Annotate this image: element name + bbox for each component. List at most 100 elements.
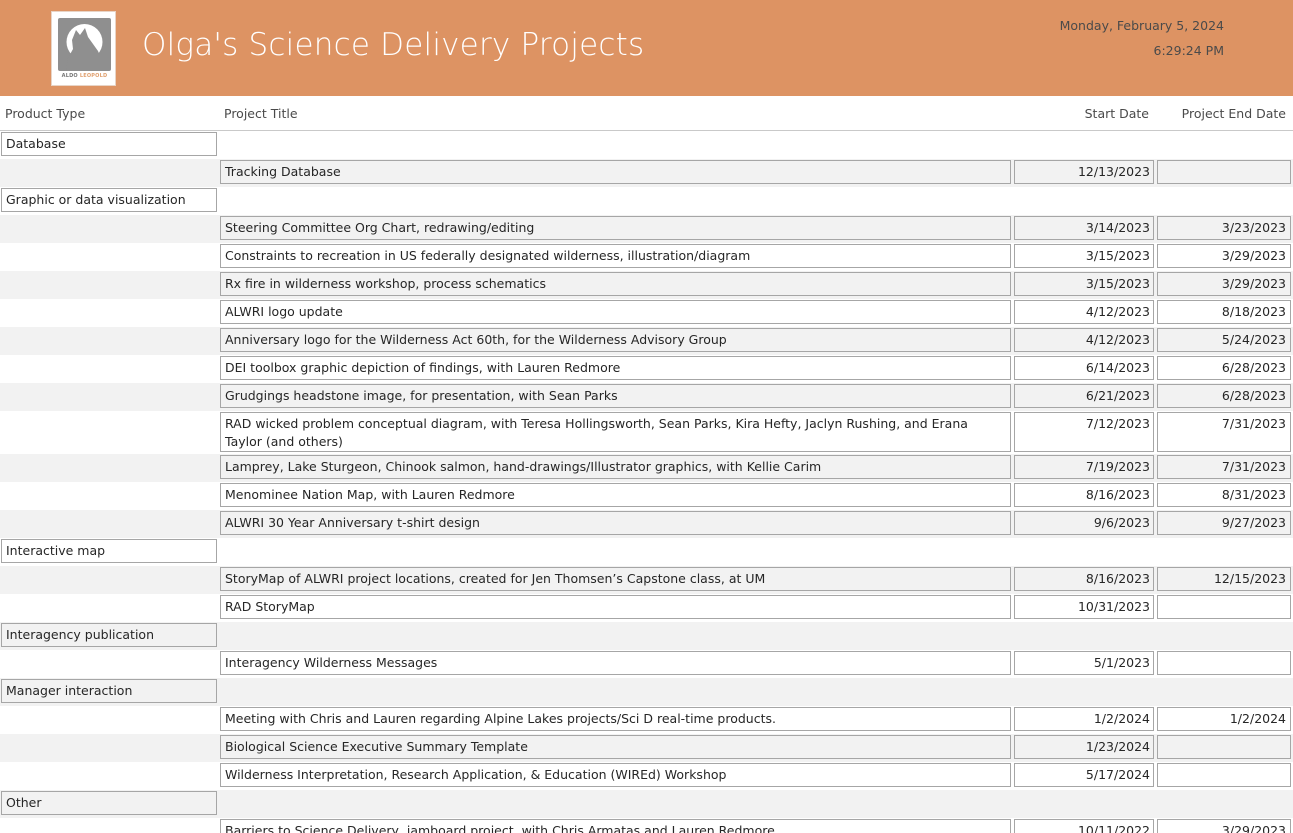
project-row: Constraints to recreation in US federall…: [0, 243, 1293, 271]
end-date-field[interactable]: 3/23/2023: [1157, 216, 1291, 240]
project-title-field[interactable]: Lamprey, Lake Sturgeon, Chinook salmon, …: [220, 455, 1011, 479]
wolf-icon: [58, 18, 111, 71]
start-date-field[interactable]: 1/2/2024: [1014, 707, 1154, 731]
start-date-field[interactable]: 7/19/2023: [1014, 455, 1154, 479]
end-date-field[interactable]: 7/31/2023: [1157, 412, 1291, 452]
end-date-field[interactable]: 3/29/2023: [1157, 819, 1291, 833]
column-header-product-type: Product Type: [5, 106, 86, 121]
project-title-field[interactable]: Grudgings headstone image, for presentat…: [220, 384, 1011, 408]
project-title-field[interactable]: Biological Science Executive Summary Tem…: [220, 735, 1011, 759]
start-date-field[interactable]: 3/15/2023: [1014, 272, 1154, 296]
project-row: Biological Science Executive Summary Tem…: [0, 734, 1293, 762]
project-title-field[interactable]: Meeting with Chris and Lauren regarding …: [220, 707, 1011, 731]
project-row: Menominee Nation Map, with Lauren Redmor…: [0, 482, 1293, 510]
product-type-field[interactable]: Manager interaction: [1, 679, 217, 703]
product-type-field[interactable]: Database: [1, 132, 217, 156]
project-title-field[interactable]: Interagency Wilderness Messages: [220, 651, 1011, 675]
start-date-field[interactable]: 6/21/2023: [1014, 384, 1154, 408]
report-header: ALDO LEOPOLD Olga's Science Delivery Pro…: [0, 0, 1293, 96]
project-title-field[interactable]: Barriers to Science Delivery, jamboard p…: [220, 819, 1011, 833]
end-date-field[interactable]: [1157, 595, 1291, 619]
logo-text-leopold: LEOPOLD: [79, 73, 108, 79]
project-title-field[interactable]: DEI toolbox graphic depiction of finding…: [220, 356, 1011, 380]
group-header-row: Interactive map: [0, 538, 1293, 566]
product-type-field[interactable]: Graphic or data visualization: [1, 188, 217, 212]
start-date-field[interactable]: 6/14/2023: [1014, 356, 1154, 380]
start-date-field[interactable]: 3/15/2023: [1014, 244, 1154, 268]
project-row: Lamprey, Lake Sturgeon, Chinook salmon, …: [0, 454, 1293, 482]
start-date-field[interactable]: 5/17/2024: [1014, 763, 1154, 787]
project-title-field[interactable]: StoryMap of ALWRI project locations, cre…: [220, 567, 1011, 591]
column-header-end-date: Project End Date: [1181, 106, 1286, 121]
end-date-field[interactable]: 5/24/2023: [1157, 328, 1291, 352]
start-date-field[interactable]: 5/1/2023: [1014, 651, 1154, 675]
project-title-field[interactable]: RAD wicked problem conceptual diagram, w…: [220, 412, 1011, 452]
end-date-field[interactable]: 6/28/2023: [1157, 384, 1291, 408]
project-title-field[interactable]: ALWRI 30 Year Anniversary t-shirt design: [220, 511, 1011, 535]
column-header-project-title: Project Title: [224, 106, 298, 121]
project-row: StoryMap of ALWRI project locations, cre…: [0, 566, 1293, 594]
logo-text: ALDO LEOPOLD: [52, 73, 117, 79]
end-date-field[interactable]: 12/15/2023: [1157, 567, 1291, 591]
end-date-field[interactable]: 1/2/2024: [1157, 707, 1291, 731]
end-date-field[interactable]: 8/31/2023: [1157, 483, 1291, 507]
group-header-row: Manager interaction: [0, 678, 1293, 706]
start-date-field[interactable]: 9/6/2023: [1014, 511, 1154, 535]
end-date-field[interactable]: 8/18/2023: [1157, 300, 1291, 324]
start-date-field[interactable]: 12/13/2023: [1014, 160, 1154, 184]
group-header-row: Database: [0, 131, 1293, 159]
product-type-field[interactable]: Other: [1, 791, 217, 815]
project-row: Wilderness Interpretation, Research Appl…: [0, 762, 1293, 790]
product-type-field[interactable]: Interagency publication: [1, 623, 217, 647]
end-date-field[interactable]: [1157, 160, 1291, 184]
start-date-field[interactable]: 4/12/2023: [1014, 300, 1154, 324]
project-title-field[interactable]: Tracking Database: [220, 160, 1011, 184]
project-row: Meeting with Chris and Lauren regarding …: [0, 706, 1293, 734]
group-header-row: Interagency publication: [0, 622, 1293, 650]
project-row: Tracking Database 12/13/2023: [0, 159, 1293, 187]
end-date-field[interactable]: 3/29/2023: [1157, 244, 1291, 268]
end-date-field[interactable]: 7/31/2023: [1157, 455, 1291, 479]
group-header-row: Graphic or data visualization: [0, 187, 1293, 215]
end-date-field[interactable]: [1157, 763, 1291, 787]
project-row: Interagency Wilderness Messages 5/1/2023: [0, 650, 1293, 678]
column-header-start-date: Start Date: [1084, 106, 1149, 121]
project-title-field[interactable]: Constraints to recreation in US federall…: [220, 244, 1011, 268]
end-date-field[interactable]: [1157, 651, 1291, 675]
project-title-field[interactable]: Wilderness Interpretation, Research Appl…: [220, 763, 1011, 787]
project-row: RAD StoryMap 10/31/2023: [0, 594, 1293, 622]
report-time: 6:29:24 PM: [1153, 43, 1224, 58]
report-body[interactable]: Database Tracking Database 12/13/2023 Graph…: [0, 131, 1293, 833]
project-title-field[interactable]: Rx fire in wilderness workshop, process …: [220, 272, 1011, 296]
project-title-field[interactable]: Menominee Nation Map, with Lauren Redmor…: [220, 483, 1011, 507]
start-date-field[interactable]: 8/16/2023: [1014, 483, 1154, 507]
project-row: Rx fire in wilderness workshop, process …: [0, 271, 1293, 299]
page-title: Olga's Science Delivery Projects: [142, 27, 645, 63]
project-title-field[interactable]: Steering Committee Org Chart, redrawing/…: [220, 216, 1011, 240]
project-title-field[interactable]: Anniversary logo for the Wilderness Act …: [220, 328, 1011, 352]
start-date-field[interactable]: 3/14/2023: [1014, 216, 1154, 240]
logo-text-aldo: ALDO: [61, 73, 78, 79]
project-row: DEI toolbox graphic depiction of finding…: [0, 355, 1293, 383]
end-date-field[interactable]: [1157, 735, 1291, 759]
start-date-field[interactable]: 10/31/2023: [1014, 595, 1154, 619]
project-title-field[interactable]: ALWRI logo update: [220, 300, 1011, 324]
start-date-field[interactable]: 7/12/2023: [1014, 412, 1154, 452]
group-header-row: Other: [0, 790, 1293, 818]
end-date-field[interactable]: 6/28/2023: [1157, 356, 1291, 380]
start-date-field[interactable]: 10/11/2022: [1014, 819, 1154, 833]
aldo-leopold-logo: ALDO LEOPOLD: [51, 11, 116, 86]
report-date: Monday, February 5, 2024: [1059, 18, 1224, 33]
project-row: Anniversary logo for the Wilderness Act …: [0, 327, 1293, 355]
start-date-field[interactable]: 8/16/2023: [1014, 567, 1154, 591]
project-row: RAD wicked problem conceptual diagram, w…: [0, 411, 1293, 454]
project-row: ALWRI 30 Year Anniversary t-shirt design…: [0, 510, 1293, 538]
project-title-field[interactable]: RAD StoryMap: [220, 595, 1011, 619]
end-date-field[interactable]: 9/27/2023: [1157, 511, 1291, 535]
end-date-field[interactable]: 3/29/2023: [1157, 272, 1291, 296]
project-row: Grudgings headstone image, for presentat…: [0, 383, 1293, 411]
start-date-field[interactable]: 1/23/2024: [1014, 735, 1154, 759]
product-type-field[interactable]: Interactive map: [1, 539, 217, 563]
start-date-field[interactable]: 4/12/2023: [1014, 328, 1154, 352]
project-row: Steering Committee Org Chart, redrawing/…: [0, 215, 1293, 243]
